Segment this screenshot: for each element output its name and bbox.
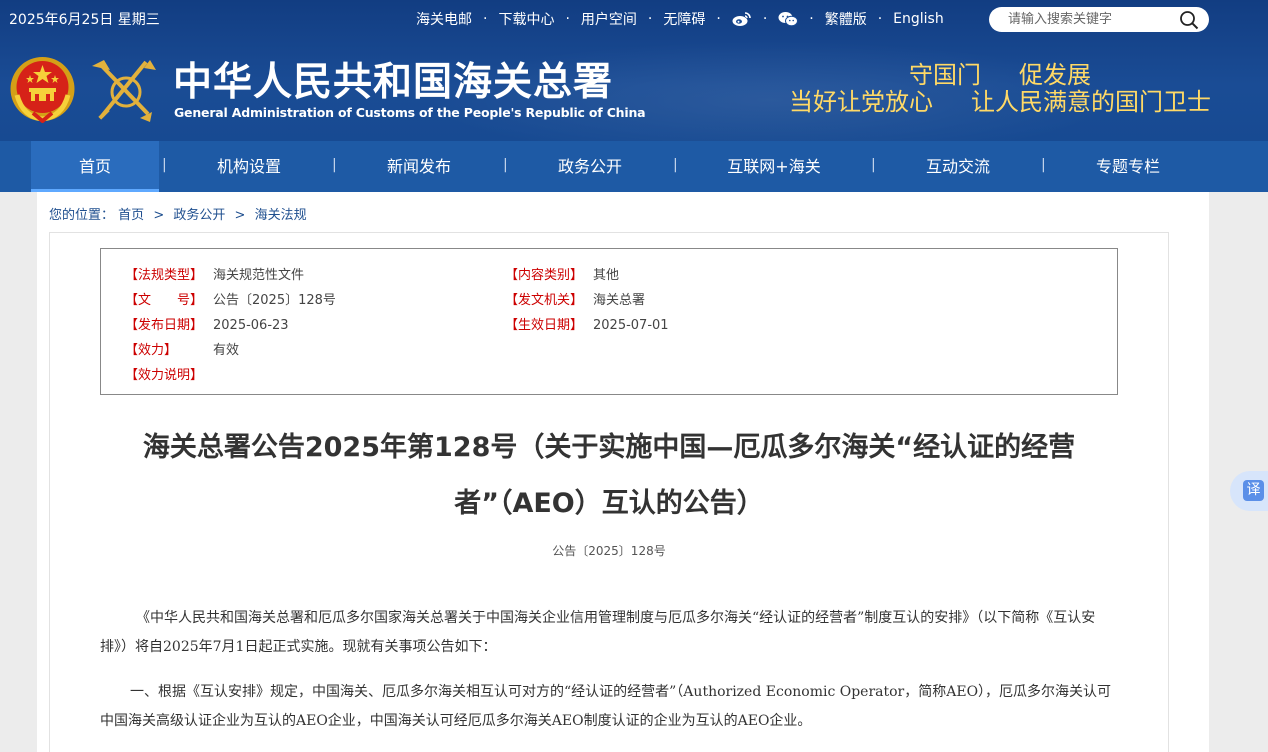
nav-news[interactable]: 新闻发布 (355, 141, 483, 192)
search-input[interactable] (1008, 10, 1168, 29)
nav-separator: | (871, 157, 876, 173)
meta-row-pubdate: 【发布日期】 2025-06-23 (125, 314, 289, 333)
meta-row-validity-note: 【效力说明】 (125, 364, 213, 383)
nav-separator: | (1041, 157, 1046, 173)
meta-row-issuer: 【发文机关】 海关总署 (505, 289, 645, 308)
nav-separator: | (503, 157, 508, 173)
nav-government-affairs[interactable]: 政务公开 (526, 141, 654, 192)
wechat-icon[interactable] (778, 11, 799, 27)
site-title-en: General Administration of Customs of the… (174, 105, 646, 120)
meta-row-validity: 【效力】 有效 (125, 339, 239, 358)
weibo-icon[interactable] (732, 11, 752, 27)
link-accessibility[interactable]: 无障碍 (663, 9, 705, 29)
meta-value: 海关总署 (593, 293, 646, 308)
meta-row-docno: 【文 号】 公告〔2025〕128号 (125, 289, 336, 308)
article-title: 海关总署公告2025年第128号（关于实施中国—厄瓜多尔海关“经认证的经营者”（… (142, 432, 1076, 519)
site-title-cn: 中华人民共和国海关总署 (173, 59, 614, 105)
link-english[interactable]: English (893, 11, 944, 27)
nav-interaction[interactable]: 互动交流 (894, 141, 1022, 192)
link-email[interactable]: 海关电邮 (416, 9, 472, 29)
nav-special-topics[interactable]: 专题专栏 (1064, 141, 1192, 192)
current-date: 2025年6月25日 星期三 (9, 12, 160, 28)
meta-value: 海关规范性文件 (213, 268, 305, 283)
nav-separator: | (332, 157, 337, 173)
link-download[interactable]: 下载中心 (498, 9, 554, 29)
nav-separator: | (673, 157, 678, 173)
article-paragraph: 一、根据《互认安排》规定，中国海关、厄瓜多尔海关相互认可对方的“经认证的经营者”… (100, 684, 1112, 729)
meta-row-type: 【法规类型】 海关规范性文件 (125, 264, 304, 283)
translate-button[interactable]: 译 (1230, 471, 1268, 511)
meta-value: 2025-06-23 (213, 318, 289, 333)
nav-internet-customs[interactable]: 互联网+海关 (700, 141, 848, 192)
meta-label: 【发文机关】 (505, 293, 584, 308)
slogan-part: 让人民满意的国门卫士 (971, 88, 1211, 116)
meta-label: 【效力】 (125, 343, 178, 358)
meta-label: 【内容类别】 (505, 268, 584, 283)
meta-label: 【文 号】 (125, 293, 204, 308)
meta-row-category: 【内容类别】 其他 (505, 264, 619, 283)
breadcrumb-separator: > (153, 208, 165, 223)
meta-row-effdate: 【生效日期】 2025-07-01 (505, 314, 669, 333)
breadcrumb-home[interactable]: 首页 (118, 208, 144, 223)
slogan-part: 当好让党放心 (789, 88, 933, 116)
customs-emblem (88, 56, 158, 124)
article-doc-number: 公告〔2025〕128号 (552, 544, 666, 558)
article-paragraph: 《中华人民共和国海关总署和厄瓜多尔国家海关总署关于中国海关企业信用管理制度与厄瓜… (100, 610, 1096, 655)
meta-label: 【法规类型】 (125, 268, 204, 283)
breadcrumb-prefix: 您的位置： (49, 208, 115, 223)
site-header: 2025年6月25日 星期三 海关电邮 · 下载中心 · 用户空间 · 无障碍 … (0, 0, 1268, 141)
meta-value: 2025-07-01 (593, 318, 669, 333)
breadcrumb-separator: > (234, 208, 246, 223)
link-user-space[interactable]: 用户空间 (581, 9, 637, 29)
meta-value: 公告〔2025〕128号 (213, 293, 336, 308)
link-traditional-chinese[interactable]: 繁體版 (825, 9, 867, 29)
translate-icon: 译 (1243, 480, 1264, 501)
breadcrumb: 您的位置： 首页 > 政务公开 > 海关法规 (49, 204, 307, 223)
meta-label: 【效力说明】 (125, 368, 204, 383)
search-icon[interactable] (1179, 10, 1199, 34)
meta-value: 其他 (593, 268, 620, 283)
top-links: 海关电邮 · 下载中心 · 用户空间 · 无障碍 · · · 繁體版 · Eng… (416, 9, 944, 29)
meta-label: 【生效日期】 (505, 318, 584, 333)
main-nav: 首页 | 机构设置 | 新闻发布 | 政务公开 | 互联网+海关 | 互动交流 … (0, 141, 1268, 192)
nav-organization[interactable]: 机构设置 (185, 141, 313, 192)
breadcrumb-regulations[interactable]: 海关法规 (255, 208, 307, 223)
nav-separator: | (162, 157, 167, 173)
national-emblem (9, 55, 76, 124)
meta-value: 有效 (213, 343, 240, 358)
breadcrumb-gov-affairs[interactable]: 政务公开 (173, 208, 225, 223)
regulation-meta-box: 【法规类型】 海关规范性文件 【内容类别】 其他 【文 号】 公告〔2025〕128号… (100, 248, 1118, 395)
nav-home[interactable]: 首页 (31, 141, 159, 192)
slogan-line-2: 当好让党放心 让人民满意的国门卫士 (789, 82, 1211, 117)
meta-label: 【发布日期】 (125, 318, 204, 333)
search-box (989, 7, 1209, 32)
